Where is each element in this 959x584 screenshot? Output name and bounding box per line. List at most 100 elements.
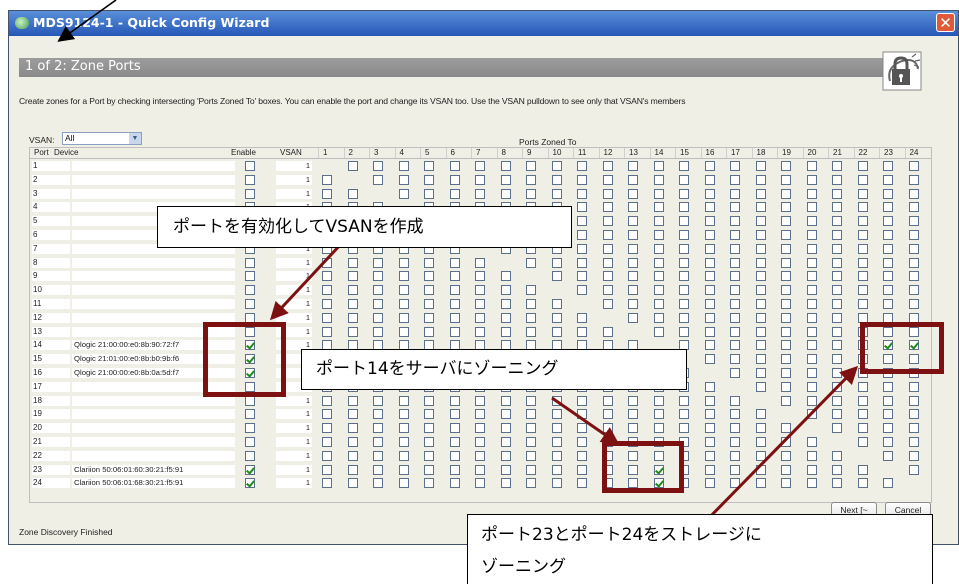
zone-checkbox[interactable] [755,381,766,392]
zone-checkbox[interactable] [857,243,868,254]
zone-checkbox[interactable] [704,285,715,296]
zone-checkbox[interactable] [730,285,740,296]
zone-checkbox[interactable] [373,395,383,406]
zone-checkbox[interactable] [832,368,842,378]
zone-checkbox[interactable] [322,450,332,461]
zone-checkbox[interactable] [602,188,613,199]
zone-checkbox[interactable] [883,243,893,254]
zone-checkbox[interactable] [755,161,766,171]
zone-checkbox[interactable] [628,243,638,254]
zone-checkbox[interactable] [628,202,638,213]
zone-checkbox[interactable] [347,437,358,447]
zone-checkbox[interactable] [755,423,766,434]
zone-checkbox[interactable] [908,188,919,199]
zone-checkbox[interactable] [551,188,562,199]
zone-checkbox[interactable] [679,202,689,213]
zone-checkbox[interactable] [679,271,689,282]
vsan-input[interactable]: 1 [276,174,312,185]
zone-checkbox[interactable] [653,271,664,282]
zone-checkbox[interactable] [832,257,842,268]
zone-checkbox[interactable] [755,437,766,447]
zone-checkbox[interactable] [755,202,766,213]
zone-checkbox[interactable] [475,312,485,323]
zone-checkbox[interactable] [500,464,511,475]
zone-checkbox[interactable] [730,423,740,434]
zone-checkbox[interactable] [883,161,893,171]
zone-checkbox[interactable] [424,161,434,171]
zone-checkbox[interactable] [704,299,715,309]
zone-checkbox[interactable] [883,437,893,447]
zone-checkbox[interactable] [577,312,587,323]
zone-checkbox[interactable] [551,161,562,171]
zone-checkbox[interactable] [704,464,715,475]
zone-checkbox[interactable] [628,216,638,227]
zone-checkbox[interactable] [322,312,332,323]
zone-checkbox[interactable] [322,395,332,406]
zone-checkbox[interactable] [730,271,740,282]
zone-checkbox[interactable] [908,216,919,227]
zone-checkbox[interactable] [500,299,511,309]
zone-checkbox[interactable] [424,395,434,406]
zone-checkbox[interactable] [806,312,817,323]
zone-checkbox[interactable] [322,464,332,475]
enable-checkbox[interactable] [245,271,255,282]
zone-checkbox[interactable] [806,340,817,351]
zone-checkbox[interactable] [755,285,766,296]
zone-checkbox[interactable] [449,450,460,461]
zone-checkbox[interactable] [679,243,689,254]
zone-checkbox[interactable] [475,299,485,309]
zone-checkbox[interactable] [398,285,409,296]
zone-checkbox[interactable] [704,423,715,434]
zone-checkbox[interactable] [857,285,868,296]
zone-checkbox[interactable] [704,243,715,254]
zone-checkbox[interactable] [500,174,511,185]
zone-checkbox[interactable] [526,188,536,199]
zone-checkbox[interactable] [908,437,919,447]
zone-checkbox[interactable] [806,230,817,240]
zone-checkbox[interactable] [653,161,664,171]
zone-checkbox[interactable] [806,326,817,337]
zone-checkbox[interactable] [806,464,817,475]
zone-checkbox[interactable] [577,478,587,489]
zone-checkbox[interactable] [526,257,536,268]
zone-checkbox[interactable] [373,257,383,268]
zone-checkbox[interactable] [373,478,383,489]
zone-checkbox[interactable] [526,395,536,406]
zone-checkbox[interactable] [551,271,562,282]
zone-checkbox[interactable] [347,423,358,434]
zone-checkbox[interactable] [781,188,791,199]
zone-checkbox[interactable] [857,423,868,434]
zone-checkbox[interactable] [883,202,893,213]
zone-checkbox[interactable] [857,299,868,309]
zone-checkbox[interactable] [347,478,358,489]
zone-checkbox[interactable] [628,257,638,268]
zone-checkbox[interactable] [832,423,842,434]
zone-checkbox[interactable] [347,161,358,171]
zone-checkbox[interactable] [526,450,536,461]
vsan-filter-select[interactable]: All ▼ [62,132,142,145]
zone-checkbox[interactable] [832,299,842,309]
zone-checkbox[interactable] [832,174,842,185]
zone-checkbox[interactable] [755,216,766,227]
zone-checkbox[interactable] [704,312,715,323]
zone-checkbox[interactable] [883,174,893,185]
zone-checkbox[interactable] [857,174,868,185]
enable-checkbox[interactable] [245,161,255,171]
zone-checkbox[interactable] [577,230,587,240]
zone-checkbox[interactable] [781,243,791,254]
zone-checkbox[interactable] [730,243,740,254]
zone-checkbox[interactable] [832,340,842,351]
zone-checkbox[interactable] [679,326,689,337]
zone-checkbox[interactable] [832,464,842,475]
zone-checkbox[interactable] [755,188,766,199]
zone-checkbox[interactable] [373,174,383,185]
zone-checkbox[interactable] [475,423,485,434]
zone-checkbox[interactable] [755,271,766,282]
zone-checkbox[interactable] [781,299,791,309]
enable-checkbox[interactable] [245,299,255,309]
zone-checkbox[interactable] [704,381,715,392]
zone-checkbox[interactable] [424,312,434,323]
zone-checkbox[interactable] [449,312,460,323]
zone-checkbox[interactable] [832,381,842,392]
zone-checkbox[interactable] [806,161,817,171]
